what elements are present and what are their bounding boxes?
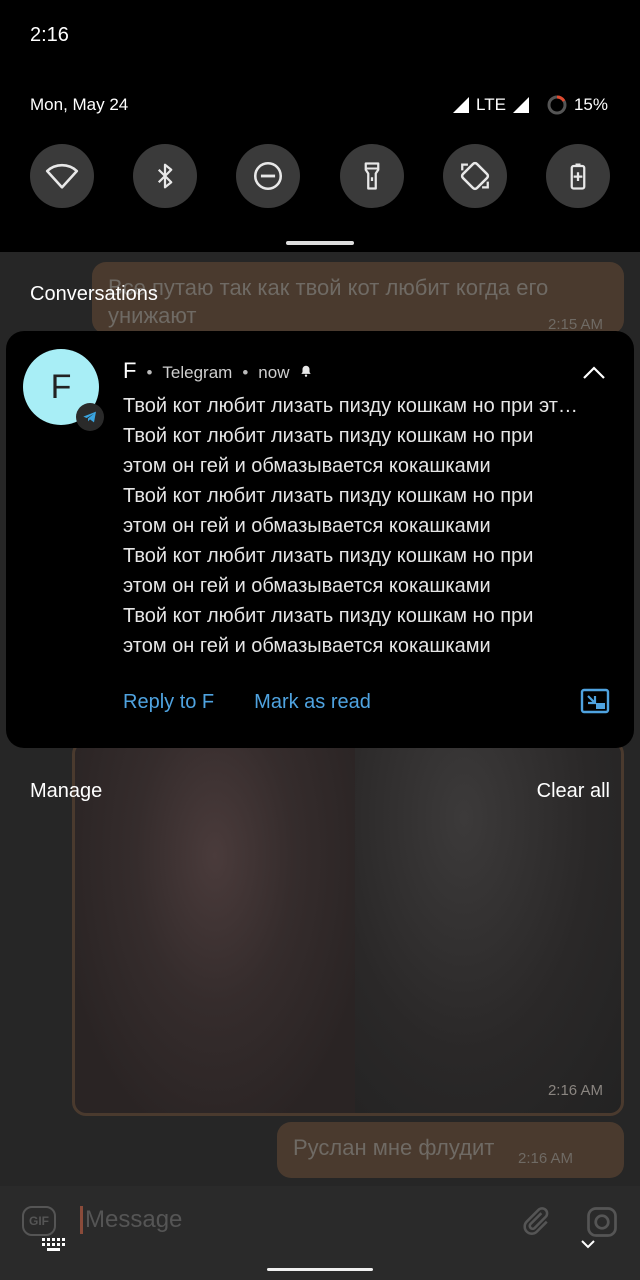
message-line: Твой кот любит лизать пизду кошкам но пр…	[123, 485, 534, 507]
separator-dot: •	[242, 363, 249, 382]
message-time: 2:16 AM	[518, 1150, 574, 1167]
tile-battery-saver[interactable]	[545, 144, 610, 208]
tile-dnd[interactable]	[236, 144, 301, 208]
message-line: этом он гей и обмазывается кокашками	[123, 515, 491, 537]
keyboard-icon[interactable]	[42, 1238, 66, 1252]
do-not-disturb-icon	[254, 161, 283, 191]
separator-dot: •	[146, 363, 153, 382]
message-line: Твой кот любит лизать пизду кошкам но пр…	[123, 425, 534, 447]
flashlight-icon	[364, 162, 379, 190]
signal-icon	[453, 97, 470, 113]
battery-saver-icon	[570, 163, 586, 190]
gif-icon[interactable]: GIF	[22, 1206, 56, 1236]
message-line: Твой кот любит лизать пизду кошкам но пр…	[123, 395, 578, 417]
mark-as-read-button[interactable]: Mark as read	[254, 691, 371, 714]
notification-sender: F	[123, 358, 137, 383]
telegram-icon	[83, 411, 96, 423]
auto-rotate-icon	[460, 161, 489, 191]
message-bubble[interactable]: Все путаю так как твой кот любит когда е…	[92, 262, 624, 334]
message-line: этом он гей и обмазывается кокашками	[123, 575, 491, 597]
tile-flashlight[interactable]	[339, 144, 404, 208]
notification-time: now	[258, 363, 290, 382]
wifi-icon	[45, 163, 79, 189]
attach-icon[interactable]	[518, 1204, 552, 1238]
message-input[interactable]: Message	[80, 1206, 182, 1234]
status-indicators: LTE 15%	[452, 94, 608, 116]
bluetooth-icon	[158, 163, 173, 189]
home-indicator[interactable]	[267, 1268, 373, 1271]
tile-bluetooth[interactable]	[133, 144, 198, 208]
notification-actions: Reply to F Mark as read	[123, 691, 371, 714]
notification-messages: Твой кот любит лизать пизду кошкам но пр…	[123, 391, 613, 661]
network-type: LTE	[476, 95, 506, 114]
message-line: этом он гей и обмазывается кокашками	[123, 455, 491, 477]
battery-ring-icon	[547, 95, 567, 115]
bell-icon	[301, 365, 312, 377]
reply-button[interactable]: Reply to F	[123, 691, 214, 714]
photo-left	[75, 743, 355, 1113]
notification-card[interactable]: F F • Telegram • now Твой кот любит лиза…	[6, 331, 634, 748]
message-text: Руслан мне флудит	[293, 1135, 495, 1160]
message-text: Все путаю так как твой кот любит когда е…	[108, 275, 549, 328]
message-line: Твой кот любит лизать пизду кошкам но пр…	[123, 545, 534, 567]
signal-icon	[512, 97, 529, 113]
battery-percent: 15%	[573, 95, 608, 114]
manage-button[interactable]: Manage	[30, 780, 102, 803]
date-label[interactable]: Mon, May 24	[30, 95, 128, 115]
section-title: Conversations	[30, 283, 158, 305]
telegram-badge	[76, 403, 104, 431]
picture-in-picture-icon[interactable]	[580, 688, 610, 716]
media-time: 2:16 AM	[547, 1082, 603, 1099]
message-line: Твой кот любит лизать пизду кошкам но пр…	[123, 605, 534, 627]
chevron-down-icon[interactable]	[578, 1234, 598, 1254]
shade-handle[interactable]	[286, 241, 354, 245]
quick-settings-tiles	[30, 144, 610, 208]
notification-header: F • Telegram • now	[123, 358, 313, 384]
tile-auto-rotate[interactable]	[442, 144, 507, 208]
notification-app: Telegram	[162, 363, 233, 382]
status-clock: 2:16	[30, 24, 69, 46]
clear-all-button[interactable]: Clear all	[537, 780, 610, 803]
chevron-up-icon[interactable]	[580, 361, 608, 385]
tile-wifi[interactable]	[30, 144, 94, 208]
message-line: этом он гей и обмазывается кокашками	[123, 635, 491, 657]
